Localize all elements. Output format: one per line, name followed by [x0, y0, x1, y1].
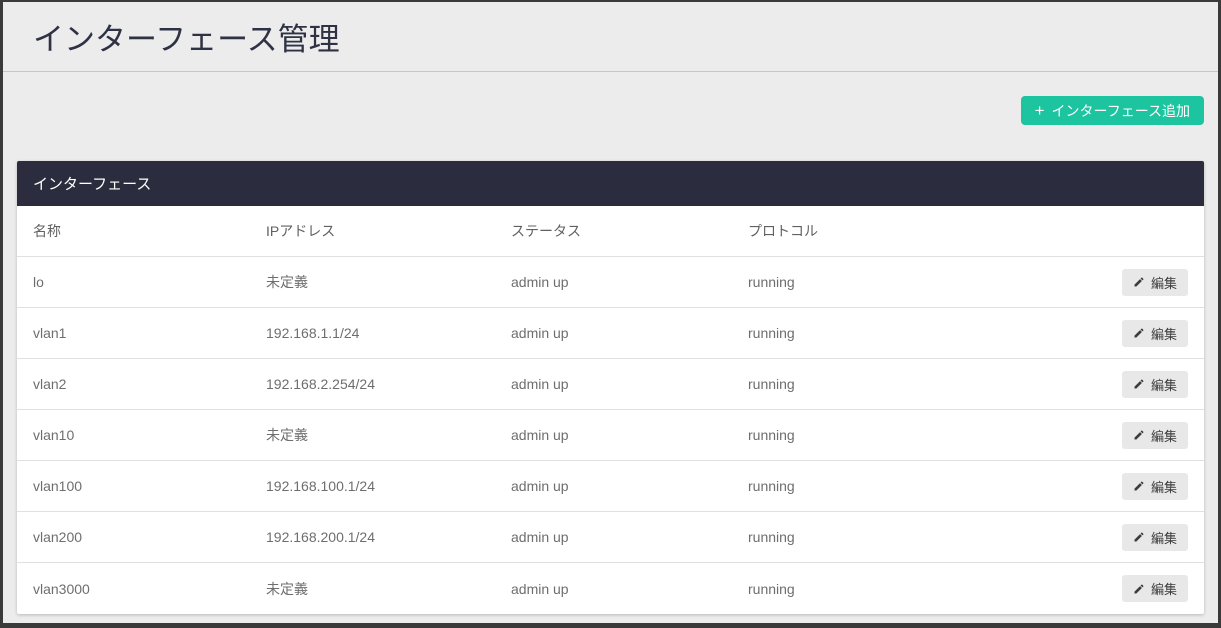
interface-name: vlan1 — [33, 325, 266, 341]
row-actions: 編集 — [1122, 320, 1188, 347]
interface-name: vlan10 — [33, 427, 266, 443]
plus-icon: + — [1035, 102, 1045, 119]
edit-button-label: 編集 — [1151, 477, 1177, 496]
interfaces-panel: インターフェース 名称 IPアドレス ステータス プロトコル lo 未定義 ad… — [17, 161, 1204, 614]
pencil-icon — [1133, 276, 1145, 288]
row-actions: 編集 — [1122, 269, 1188, 296]
row-actions: 編集 — [1122, 524, 1188, 551]
row-actions: 編集 — [1122, 371, 1188, 398]
table-row: vlan10 未定義 admin up running 編集 — [17, 410, 1204, 461]
edit-button-label: 編集 — [1151, 273, 1177, 292]
row-actions: 編集 — [1122, 473, 1188, 500]
table-row: vlan1 192.168.1.1/24 admin up running 編集 — [17, 308, 1204, 359]
interface-protocol: running — [748, 478, 1122, 494]
edit-button[interactable]: 編集 — [1122, 320, 1188, 347]
interface-protocol: running — [748, 529, 1122, 545]
toolbar: + インターフェース追加 — [3, 72, 1218, 125]
interface-protocol: running — [748, 581, 1122, 597]
edit-button-label: 編集 — [1151, 375, 1177, 394]
edit-button-label: 編集 — [1151, 528, 1177, 547]
edit-button[interactable]: 編集 — [1122, 269, 1188, 296]
table-header-row: 名称 IPアドレス ステータス プロトコル — [17, 206, 1204, 257]
interface-ip: 192.168.100.1/24 — [266, 478, 511, 494]
column-header-ip: IPアドレス — [266, 221, 511, 241]
add-interface-button[interactable]: + インターフェース追加 — [1021, 96, 1204, 125]
interface-ip: 未定義 — [266, 272, 511, 292]
add-interface-button-label: インターフェース追加 — [1052, 101, 1190, 121]
interface-status: admin up — [511, 529, 748, 545]
interface-ip: 未定義 — [266, 579, 511, 599]
column-header-name: 名称 — [33, 221, 266, 241]
table-row: vlan3000 未定義 admin up running 編集 — [17, 563, 1204, 614]
interface-ip: 192.168.200.1/24 — [266, 529, 511, 545]
table-row: vlan200 192.168.200.1/24 admin up runnin… — [17, 512, 1204, 563]
interface-status: admin up — [511, 325, 748, 341]
interface-status: admin up — [511, 478, 748, 494]
edit-button-label: 編集 — [1151, 426, 1177, 445]
page-title: インターフェース管理 — [33, 14, 340, 59]
pencil-icon — [1133, 429, 1145, 441]
interface-status: admin up — [511, 581, 748, 597]
table-body: lo 未定義 admin up running 編集 vlan1 192.168… — [17, 257, 1204, 614]
pencil-icon — [1133, 327, 1145, 339]
table-row: vlan100 192.168.100.1/24 admin up runnin… — [17, 461, 1204, 512]
interface-protocol: running — [748, 325, 1122, 341]
interface-status: admin up — [511, 274, 748, 290]
table-row: lo 未定義 admin up running 編集 — [17, 257, 1204, 308]
table-row: vlan2 192.168.2.254/24 admin up running … — [17, 359, 1204, 410]
interface-name: vlan100 — [33, 478, 266, 494]
edit-button[interactable]: 編集 — [1122, 473, 1188, 500]
pencil-icon — [1133, 480, 1145, 492]
edit-button-label: 編集 — [1151, 324, 1177, 343]
interface-status: admin up — [511, 427, 748, 443]
column-header-status: ステータス — [511, 221, 748, 241]
panel-title: インターフェース — [17, 161, 1204, 206]
edit-button-label: 編集 — [1151, 579, 1177, 598]
pencil-icon — [1133, 531, 1145, 543]
interface-name: vlan3000 — [33, 581, 266, 597]
edit-button[interactable]: 編集 — [1122, 524, 1188, 551]
pencil-icon — [1133, 583, 1145, 595]
pencil-icon — [1133, 378, 1145, 390]
edit-button[interactable]: 編集 — [1122, 422, 1188, 449]
app-window: インターフェース管理 + インターフェース追加 インターフェース 名称 IPアド… — [0, 0, 1221, 628]
interface-name: vlan200 — [33, 529, 266, 545]
row-actions: 編集 — [1122, 422, 1188, 449]
interface-protocol: running — [748, 427, 1122, 443]
interface-ip: 未定義 — [266, 425, 511, 445]
interface-protocol: running — [748, 274, 1122, 290]
interface-status: admin up — [511, 376, 748, 392]
row-actions: 編集 — [1122, 575, 1188, 602]
edit-button[interactable]: 編集 — [1122, 575, 1188, 602]
interface-name: vlan2 — [33, 376, 266, 392]
interface-protocol: running — [748, 376, 1122, 392]
interface-ip: 192.168.2.254/24 — [266, 376, 511, 392]
column-header-protocol: プロトコル — [748, 221, 1188, 241]
interface-ip: 192.168.1.1/24 — [266, 325, 511, 341]
edit-button[interactable]: 編集 — [1122, 371, 1188, 398]
interface-name: lo — [33, 274, 266, 290]
page-header: インターフェース管理 — [3, 2, 1218, 72]
